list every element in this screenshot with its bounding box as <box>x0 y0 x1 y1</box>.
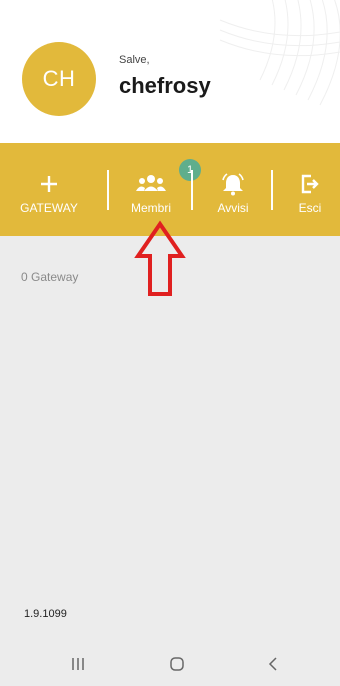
greeting-text: Salve, <box>119 54 150 66</box>
plus-icon <box>39 171 59 197</box>
system-navbar <box>0 640 340 686</box>
gateway-count: 0 Gateway <box>21 270 79 284</box>
gateway-label: GATEWAY <box>20 201 78 215</box>
profile-header: CH Salve, chefrosy <box>0 0 340 143</box>
gateway-button[interactable]: GATEWAY <box>18 143 80 236</box>
toolbar-divider <box>191 170 193 210</box>
avvisi-label: Avvisi <box>217 201 249 215</box>
esci-label: Esci <box>298 201 322 215</box>
toolbar-divider <box>271 170 273 210</box>
avvisi-button[interactable]: Avvisi <box>205 143 261 236</box>
bell-icon <box>220 171 246 197</box>
avatar[interactable]: CH <box>22 42 96 116</box>
red-up-arrow-icon <box>134 220 186 296</box>
logout-icon <box>299 171 321 197</box>
decorative-waves-icon <box>219 0 340 106</box>
back-icon[interactable] <box>261 654 285 674</box>
membri-count-badge: 1 <box>179 159 201 181</box>
home-icon[interactable] <box>165 654 189 674</box>
membri-label: Membri <box>130 201 171 215</box>
app-version: 1.9.1099 <box>24 608 67 620</box>
recent-apps-icon[interactable] <box>66 654 90 674</box>
username: chefrosy <box>119 73 211 98</box>
group-icon <box>135 171 167 197</box>
esci-button[interactable]: Esci <box>285 143 335 236</box>
toolbar-divider <box>107 170 109 210</box>
